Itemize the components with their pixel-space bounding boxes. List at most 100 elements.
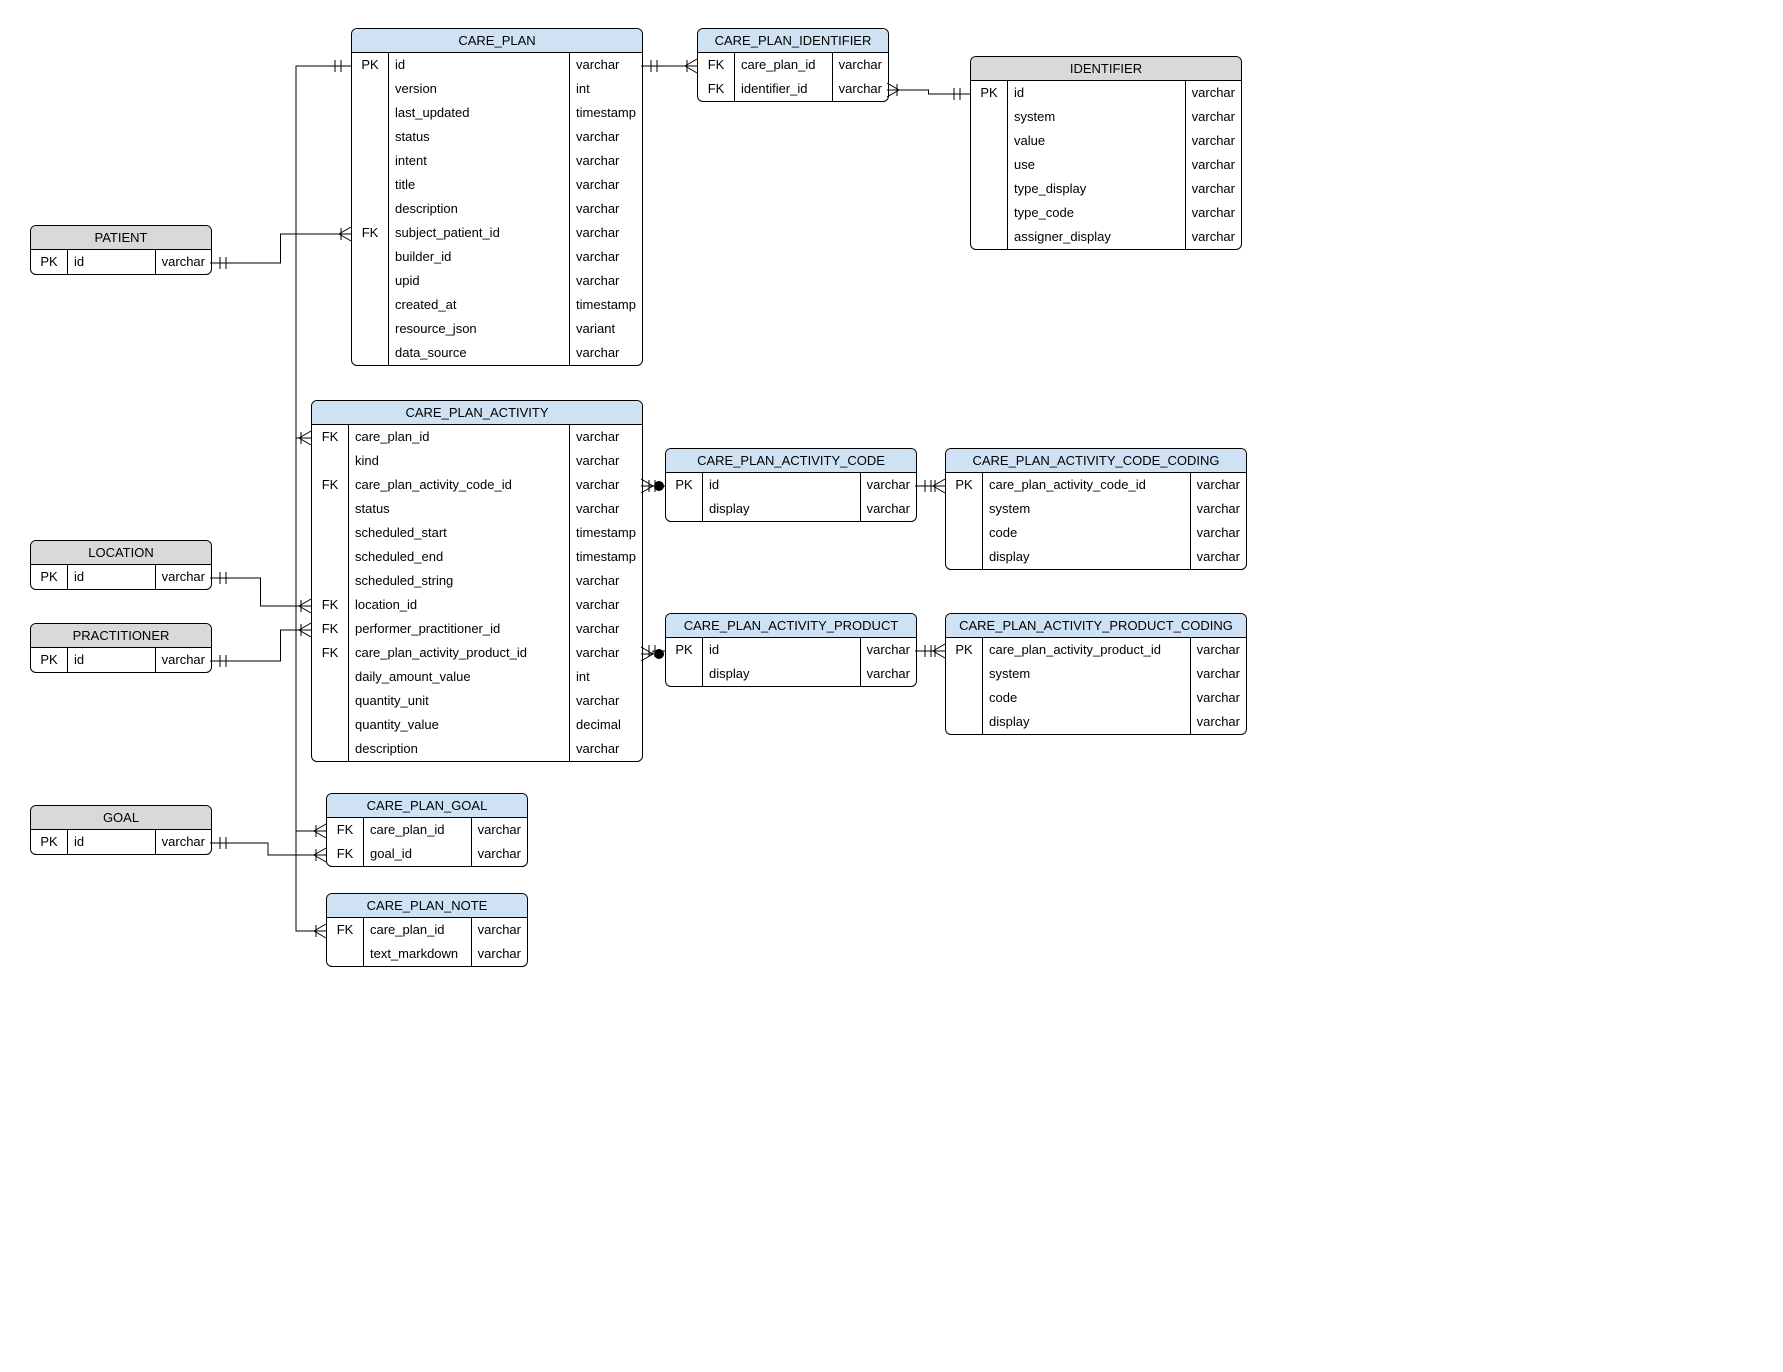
- key-cell: [971, 129, 1007, 153]
- type-cell: varchar: [472, 918, 527, 942]
- key-cell: [312, 689, 348, 713]
- name-cell: daily_amount_value: [349, 665, 569, 689]
- type-cell: variant: [570, 317, 642, 341]
- type-cell: varchar: [861, 662, 916, 686]
- key-cell: [312, 449, 348, 473]
- type-cell: varchar: [570, 149, 642, 173]
- type-cell: varchar: [570, 197, 642, 221]
- key-cell: [946, 497, 982, 521]
- key-cell: [312, 665, 348, 689]
- key-cell: [946, 521, 982, 545]
- name-cell: status: [349, 497, 569, 521]
- name-cell: care_plan_activity_product_id: [983, 638, 1190, 662]
- key-cell: [352, 149, 388, 173]
- type-cell: timestamp: [570, 545, 642, 569]
- entity-title: GOAL: [31, 806, 211, 830]
- entity-care_plan_note: CARE_PLAN_NOTEFKcare_plan_idtext_markdow…: [326, 893, 528, 967]
- type-cell: varchar: [1191, 473, 1246, 497]
- name-cell: system: [983, 662, 1190, 686]
- key-cell: [666, 662, 702, 686]
- key-cell: [971, 105, 1007, 129]
- type-cell: varchar: [1186, 225, 1241, 249]
- name-cell: type_display: [1008, 177, 1185, 201]
- name-cell: value: [1008, 129, 1185, 153]
- name-cell: title: [389, 173, 569, 197]
- name-cell: builder_id: [389, 245, 569, 269]
- er-diagram-canvas: PATIENTPKidvarcharLOCATIONPKidvarcharPRA…: [0, 0, 1783, 1372]
- type-cell: varchar: [472, 942, 527, 966]
- type-cell: varchar: [1186, 81, 1241, 105]
- name-cell: scheduled_start: [349, 521, 569, 545]
- type-cell: varchar: [570, 245, 642, 269]
- entity-care_plan_activity_code: CARE_PLAN_ACTIVITY_CODEPKiddisplayvarcha…: [665, 448, 917, 522]
- type-cell: varchar: [156, 250, 211, 274]
- key-cell: [312, 713, 348, 737]
- type-cell: varchar: [570, 269, 642, 293]
- name-cell: use: [1008, 153, 1185, 177]
- key-cell: [352, 293, 388, 317]
- type-cell: varchar: [472, 818, 527, 842]
- type-cell: varchar: [833, 53, 888, 77]
- entity-title: CARE_PLAN_ACTIVITY_CODE_CODING: [946, 449, 1246, 473]
- key-cell: PK: [971, 81, 1007, 105]
- type-cell: varchar: [861, 473, 916, 497]
- type-cell: varchar: [570, 425, 642, 449]
- name-cell: care_plan_id: [349, 425, 569, 449]
- entity-care_plan_activity: CARE_PLAN_ACTIVITYFKFKFKFKFKcare_plan_id…: [311, 400, 643, 762]
- type-cell: varchar: [570, 221, 642, 245]
- entity-care_plan: CARE_PLANPKFKidversionlast_updatedstatus…: [351, 28, 643, 366]
- entity-title: CARE_PLAN_ACTIVITY_CODE: [666, 449, 916, 473]
- entity-title: CARE_PLAN_GOAL: [327, 794, 527, 818]
- type-cell: varchar: [156, 565, 211, 589]
- type-cell: int: [570, 665, 642, 689]
- key-cell: FK: [312, 641, 348, 665]
- key-cell: [352, 197, 388, 221]
- type-cell: varchar: [1186, 177, 1241, 201]
- key-cell: FK: [312, 593, 348, 617]
- type-cell: varchar: [472, 842, 527, 866]
- type-cell: varchar: [570, 569, 642, 593]
- type-cell: varchar: [570, 125, 642, 149]
- type-cell: varchar: [156, 830, 211, 854]
- type-cell: varchar: [1186, 201, 1241, 225]
- type-cell: varchar: [570, 593, 642, 617]
- key-cell: FK: [698, 77, 734, 101]
- type-cell: varchar: [570, 341, 642, 365]
- name-cell: kind: [349, 449, 569, 473]
- name-cell: scheduled_end: [349, 545, 569, 569]
- key-cell: [352, 173, 388, 197]
- type-cell: varchar: [1186, 153, 1241, 177]
- entity-practitioner: PRACTITIONERPKidvarchar: [30, 623, 212, 673]
- entity-care_plan_goal: CARE_PLAN_GOALFKFKcare_plan_idgoal_idvar…: [326, 793, 528, 867]
- name-cell: resource_json: [389, 317, 569, 341]
- entity-title: PATIENT: [31, 226, 211, 250]
- entity-location: LOCATIONPKidvarchar: [30, 540, 212, 590]
- name-cell: display: [983, 545, 1190, 569]
- type-cell: decimal: [570, 713, 642, 737]
- key-cell: [352, 269, 388, 293]
- name-cell: intent: [389, 149, 569, 173]
- key-cell: [946, 545, 982, 569]
- type-cell: varchar: [570, 473, 642, 497]
- key-cell: FK: [698, 53, 734, 77]
- entity-goal: GOALPKidvarchar: [30, 805, 212, 855]
- type-cell: varchar: [570, 173, 642, 197]
- type-cell: varchar: [570, 53, 642, 77]
- key-cell: [327, 942, 363, 966]
- type-cell: varchar: [570, 449, 642, 473]
- name-cell: id: [68, 565, 155, 589]
- key-cell: PK: [352, 53, 388, 77]
- key-cell: PK: [666, 473, 702, 497]
- type-cell: varchar: [570, 497, 642, 521]
- type-cell: varchar: [1191, 545, 1246, 569]
- name-cell: code: [983, 686, 1190, 710]
- entity-title: CARE_PLAN_ACTIVITY: [312, 401, 642, 425]
- name-cell: scheduled_string: [349, 569, 569, 593]
- name-cell: care_plan_activity_code_id: [983, 473, 1190, 497]
- key-cell: [971, 177, 1007, 201]
- key-cell: FK: [312, 617, 348, 641]
- key-cell: PK: [946, 638, 982, 662]
- name-cell: description: [349, 737, 569, 761]
- name-cell: system: [1008, 105, 1185, 129]
- key-cell: PK: [31, 565, 67, 589]
